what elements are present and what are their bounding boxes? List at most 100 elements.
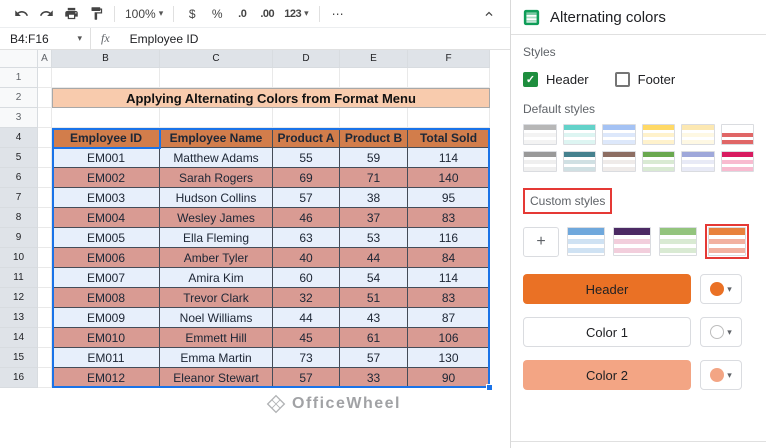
table-cell[interactable]: 53 [340, 228, 408, 248]
row-header-7[interactable]: 7 [0, 188, 38, 208]
empty-cell[interactable] [38, 248, 52, 268]
add-custom-style-button[interactable]: + [523, 226, 559, 257]
row-header-2[interactable]: 2 [0, 88, 38, 108]
color-1-style-button[interactable]: Color 1 [523, 317, 691, 347]
table-cell[interactable]: 63 [273, 228, 340, 248]
empty-cell[interactable] [38, 188, 52, 208]
empty-cell[interactable] [408, 108, 490, 128]
table-cell[interactable]: 60 [273, 268, 340, 288]
table-cell[interactable]: Trevor Clark [160, 288, 273, 308]
table-cell[interactable]: EM012 [52, 368, 160, 388]
table-cell[interactable]: EM008 [52, 288, 160, 308]
empty-cell[interactable] [160, 68, 273, 88]
table-cell[interactable]: 54 [340, 268, 408, 288]
row-header-5[interactable]: 5 [0, 148, 38, 168]
more-toolbar-options-button[interactable]: ⋯ [327, 3, 349, 25]
empty-cell[interactable] [273, 108, 340, 128]
column-header-D[interactable]: D [273, 50, 340, 68]
formula-input[interactable]: Employee ID [120, 32, 199, 46]
row-header-12[interactable]: 12 [0, 288, 38, 308]
table-cell[interactable]: EM010 [52, 328, 160, 348]
custom-style-2[interactable] [613, 227, 651, 256]
column-header-B[interactable]: B [52, 50, 160, 68]
default-style-12[interactable] [720, 151, 754, 172]
table-cell[interactable]: 130 [408, 348, 490, 368]
format-percent-button[interactable]: % [206, 3, 228, 25]
row-header-10[interactable]: 10 [0, 248, 38, 268]
table-cell[interactable]: 45 [273, 328, 340, 348]
table-cell[interactable]: EM004 [52, 208, 160, 228]
table-cell[interactable]: Hudson Collins [160, 188, 273, 208]
default-style-10[interactable] [641, 151, 675, 172]
column-header-A[interactable]: A [38, 50, 52, 68]
empty-cell[interactable] [38, 288, 52, 308]
default-style-8[interactable] [562, 151, 596, 172]
empty-cell[interactable] [38, 348, 52, 368]
table-cell[interactable]: 114 [408, 268, 490, 288]
row-header-8[interactable]: 8 [0, 208, 38, 228]
table-cell[interactable]: EM001 [52, 148, 160, 168]
name-box[interactable]: B4:F16 ▾ [0, 28, 90, 49]
color-2-color-dropdown[interactable]: ▾ [700, 360, 742, 390]
header-style-button[interactable]: Header [523, 274, 691, 304]
empty-cell[interactable] [408, 68, 490, 88]
empty-cell[interactable] [340, 108, 408, 128]
undo-button[interactable] [10, 3, 32, 25]
default-style-9[interactable] [602, 151, 636, 172]
row-header-4[interactable]: 4 [0, 128, 38, 148]
paint-format-button[interactable] [85, 3, 107, 25]
print-button[interactable] [60, 3, 82, 25]
table-cell[interactable]: 37 [340, 208, 408, 228]
table-cell[interactable]: 84 [408, 248, 490, 268]
table-cell[interactable]: 51 [340, 288, 408, 308]
default-style-3[interactable] [602, 124, 636, 145]
table-cell[interactable]: 83 [408, 208, 490, 228]
collapse-toolbar-button[interactable] [478, 3, 500, 25]
table-cell[interactable]: Eleanor Stewart [160, 368, 273, 388]
table-cell[interactable]: EM007 [52, 268, 160, 288]
table-cell[interactable]: EM003 [52, 188, 160, 208]
increase-decimal-button[interactable]: .00 [256, 3, 278, 25]
table-cell[interactable]: Emmett Hill [160, 328, 273, 348]
row-header-1[interactable]: 1 [0, 68, 38, 88]
table-cell[interactable]: 69 [273, 168, 340, 188]
empty-cell[interactable] [52, 108, 160, 128]
table-cell[interactable]: 46 [273, 208, 340, 228]
table-cell[interactable]: Amira Kim [160, 268, 273, 288]
table-cell[interactable]: 106 [408, 328, 490, 348]
row-header-6[interactable]: 6 [0, 168, 38, 188]
format-currency-button[interactable]: $ [181, 3, 203, 25]
empty-cell[interactable] [38, 168, 52, 188]
row-header-9[interactable]: 9 [0, 228, 38, 248]
table-cell[interactable]: 140 [408, 168, 490, 188]
table-cell[interactable]: 73 [273, 348, 340, 368]
table-cell[interactable]: 83 [408, 288, 490, 308]
footer-checkbox[interactable]: Footer [614, 72, 675, 87]
custom-style-1[interactable] [567, 227, 605, 256]
empty-cell[interactable] [38, 208, 52, 228]
table-cell[interactable]: 71 [340, 168, 408, 188]
empty-cell[interactable] [160, 108, 273, 128]
color-1-color-dropdown[interactable]: ▾ [700, 317, 742, 347]
table-cell[interactable]: Matthew Adams [160, 148, 273, 168]
empty-cell[interactable] [38, 68, 52, 88]
table-cell[interactable]: 57 [340, 348, 408, 368]
row-header-13[interactable]: 13 [0, 308, 38, 328]
row-header-3[interactable]: 3 [0, 108, 38, 128]
table-cell[interactable]: 44 [273, 308, 340, 328]
redo-button[interactable] [35, 3, 57, 25]
table-cell[interactable]: 57 [273, 188, 340, 208]
table-cell[interactable]: EM005 [52, 228, 160, 248]
more-formats-button[interactable]: 123 ▾ [281, 3, 311, 25]
table-cell[interactable]: Amber Tyler [160, 248, 273, 268]
table-cell[interactable]: 114 [408, 148, 490, 168]
empty-cell[interactable] [38, 108, 52, 128]
empty-cell[interactable] [38, 88, 52, 108]
empty-cell[interactable] [38, 228, 52, 248]
table-header-cell[interactable]: Employee Name [160, 128, 273, 148]
header-checkbox[interactable]: ✓ Header [523, 72, 589, 87]
empty-cell[interactable] [273, 68, 340, 88]
corner-cell[interactable] [0, 50, 38, 68]
column-header-E[interactable]: E [340, 50, 408, 68]
table-header-cell[interactable]: Product B [340, 128, 408, 148]
